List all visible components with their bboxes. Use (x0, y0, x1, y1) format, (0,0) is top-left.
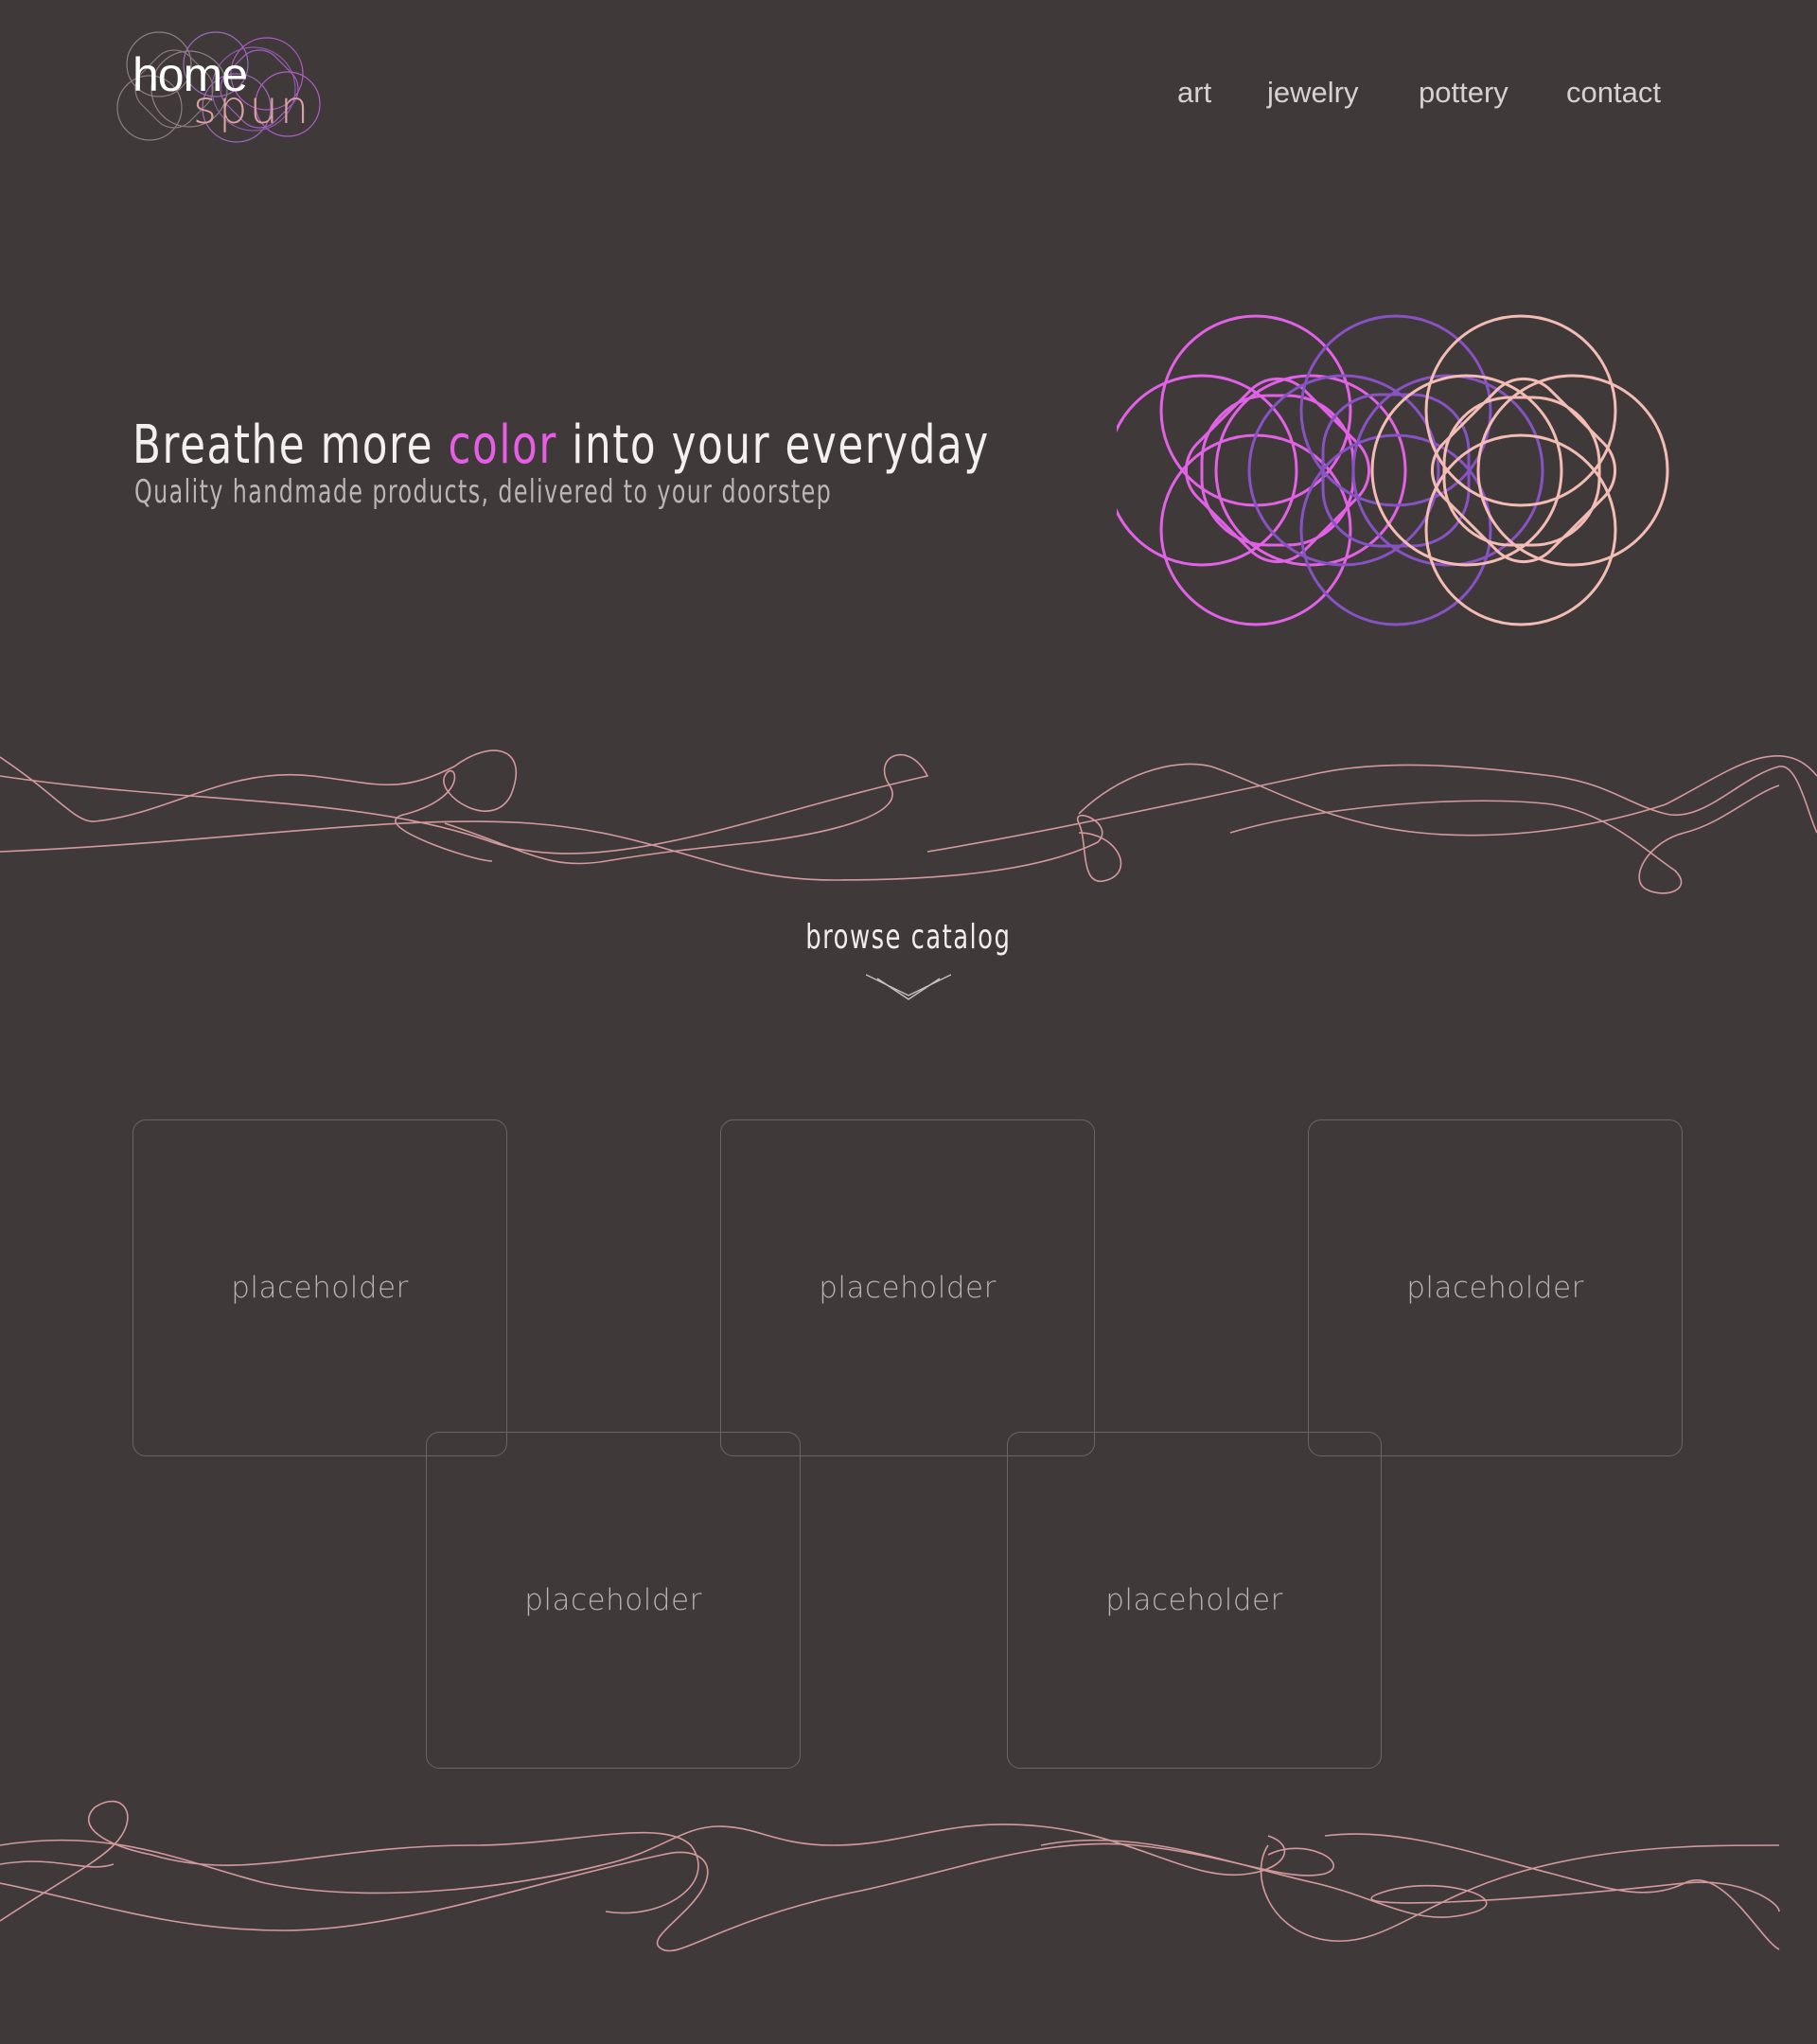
chevron-down-icon (866, 974, 951, 1000)
nav-link-pottery[interactable]: pottery (1419, 76, 1508, 110)
nav-link-contact[interactable]: contact (1566, 76, 1661, 110)
hero-title-end: into your everyday (556, 414, 990, 476)
catalog-item-label: placeholder (819, 1271, 997, 1305)
catalog-item-label: placeholder (524, 1583, 702, 1617)
nav-link-jewelry[interactable]: jewelry (1267, 76, 1358, 110)
hero-title: Breathe more color into your everyday (132, 414, 990, 476)
hero-title-accent: color (448, 414, 557, 476)
catalog-item-card[interactable]: placeholder (132, 1119, 507, 1456)
decorative-wave-bottom (0, 1800, 1780, 1952)
decorative-wave-top (0, 749, 1817, 894)
hero-subtitle: Quality handmade products, delivered to … (134, 473, 833, 511)
main-nav: art jewelry pottery contact (1155, 76, 1675, 114)
catalog-item-card[interactable]: placeholder (1308, 1119, 1683, 1456)
browse-catalog-label: browse catalog (805, 918, 1012, 957)
logo-text-spun: spun (193, 81, 311, 134)
hero-title-start: Breathe more (132, 414, 449, 476)
catalog-item-card[interactable]: placeholder (426, 1432, 801, 1769)
catalog-item-label: placeholder (1406, 1271, 1584, 1305)
browse-catalog-button[interactable]: browse catalog (719, 918, 1098, 1009)
catalog-item-card[interactable]: placeholder (1007, 1432, 1382, 1769)
nav-link-art[interactable]: art (1177, 76, 1211, 110)
overlapping-shapes-art (1117, 314, 1669, 626)
catalog-item-card[interactable]: placeholder (720, 1119, 1095, 1456)
catalog-item-label: placeholder (1105, 1583, 1283, 1617)
logo[interactable]: home spun (112, 26, 326, 151)
catalog-item-label: placeholder (231, 1271, 409, 1305)
